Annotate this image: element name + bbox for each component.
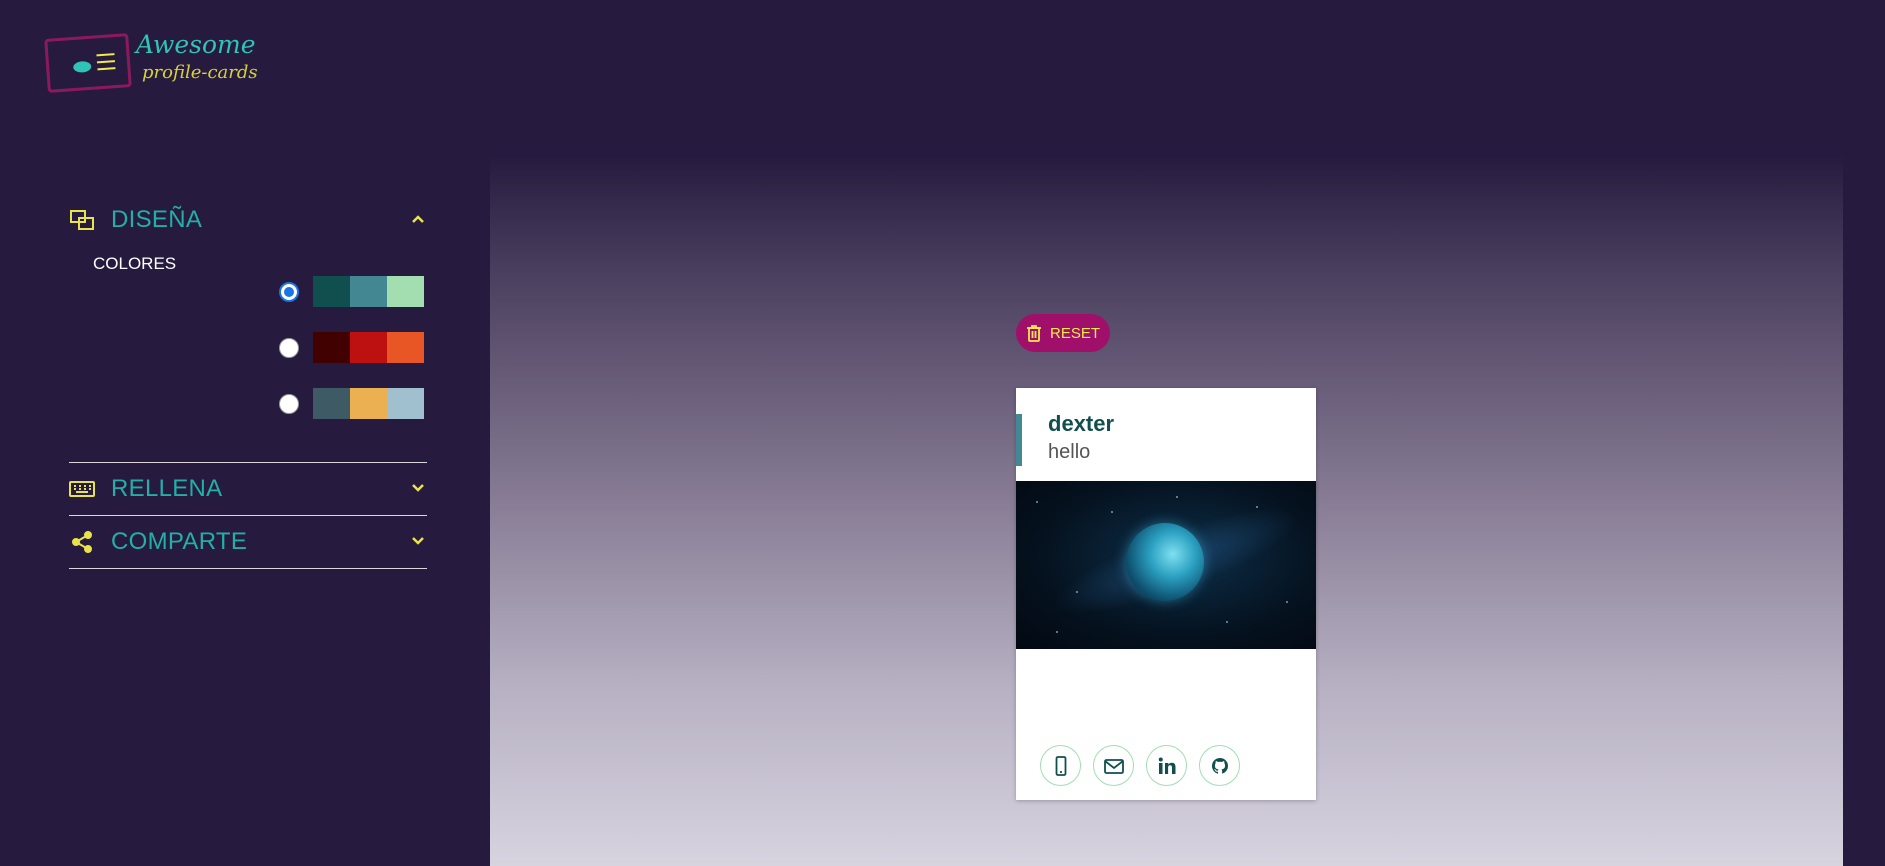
colors-label: COLORES	[93, 254, 177, 273]
card-name: dexter	[1048, 411, 1115, 436]
palette-option-1[interactable]	[279, 276, 424, 307]
reset-label: RESET	[1049, 324, 1100, 342]
card-accent-bar	[1016, 414, 1022, 466]
swatch	[313, 276, 350, 307]
chevron-down-icon[interactable]	[409, 479, 427, 497]
chevron-up-icon[interactable]	[409, 210, 427, 228]
palette-option-3[interactable]	[279, 388, 424, 419]
layout-icon	[69, 207, 95, 233]
profile-card: dexter hello	[1016, 388, 1316, 800]
section-design-title: DISEÑA	[111, 206, 203, 233]
section-share-header[interactable]: COMPARTE	[69, 522, 427, 562]
github-icon[interactable]	[1199, 745, 1240, 786]
swatch	[387, 276, 424, 307]
palette-option-2[interactable]	[279, 332, 424, 363]
swatch	[387, 388, 424, 419]
logo-card-icon	[44, 33, 132, 93]
mail-icon[interactable]	[1093, 745, 1134, 786]
palette-radio-2[interactable]	[279, 337, 299, 358]
share-icon	[69, 529, 95, 555]
section-design-header[interactable]: DISEÑA	[69, 200, 427, 240]
divider	[69, 568, 427, 569]
card-job: hello	[1048, 441, 1091, 463]
sidebar: DISEÑA COLORES RELLENA COMPARTE	[69, 200, 427, 569]
swatch	[350, 388, 387, 419]
swatch	[387, 332, 424, 363]
phone-icon[interactable]	[1040, 745, 1081, 786]
colors-panel: COLORES	[69, 240, 427, 462]
keyboard-icon	[69, 476, 95, 502]
section-share-title: COMPARTE	[111, 528, 248, 555]
palette-radio-1[interactable]	[279, 281, 299, 302]
section-fill-title: RELLENA	[111, 475, 223, 502]
chevron-down-icon[interactable]	[409, 532, 427, 550]
swatch	[313, 388, 350, 419]
swatch	[313, 332, 350, 363]
social-links	[1040, 745, 1252, 786]
logo[interactable]: Awesome profile-cards	[44, 30, 284, 100]
swatch	[350, 276, 387, 307]
card-image	[1016, 481, 1316, 649]
trash-icon	[1026, 325, 1041, 342]
swatch	[350, 332, 387, 363]
palette-radio-3[interactable]	[279, 393, 299, 414]
reset-button[interactable]: RESET	[1016, 314, 1110, 352]
logo-subtitle: profile-cards	[142, 62, 258, 83]
linkedin-icon[interactable]	[1146, 745, 1187, 786]
logo-title: Awesome	[136, 30, 256, 59]
section-fill-header[interactable]: RELLENA	[69, 469, 427, 509]
